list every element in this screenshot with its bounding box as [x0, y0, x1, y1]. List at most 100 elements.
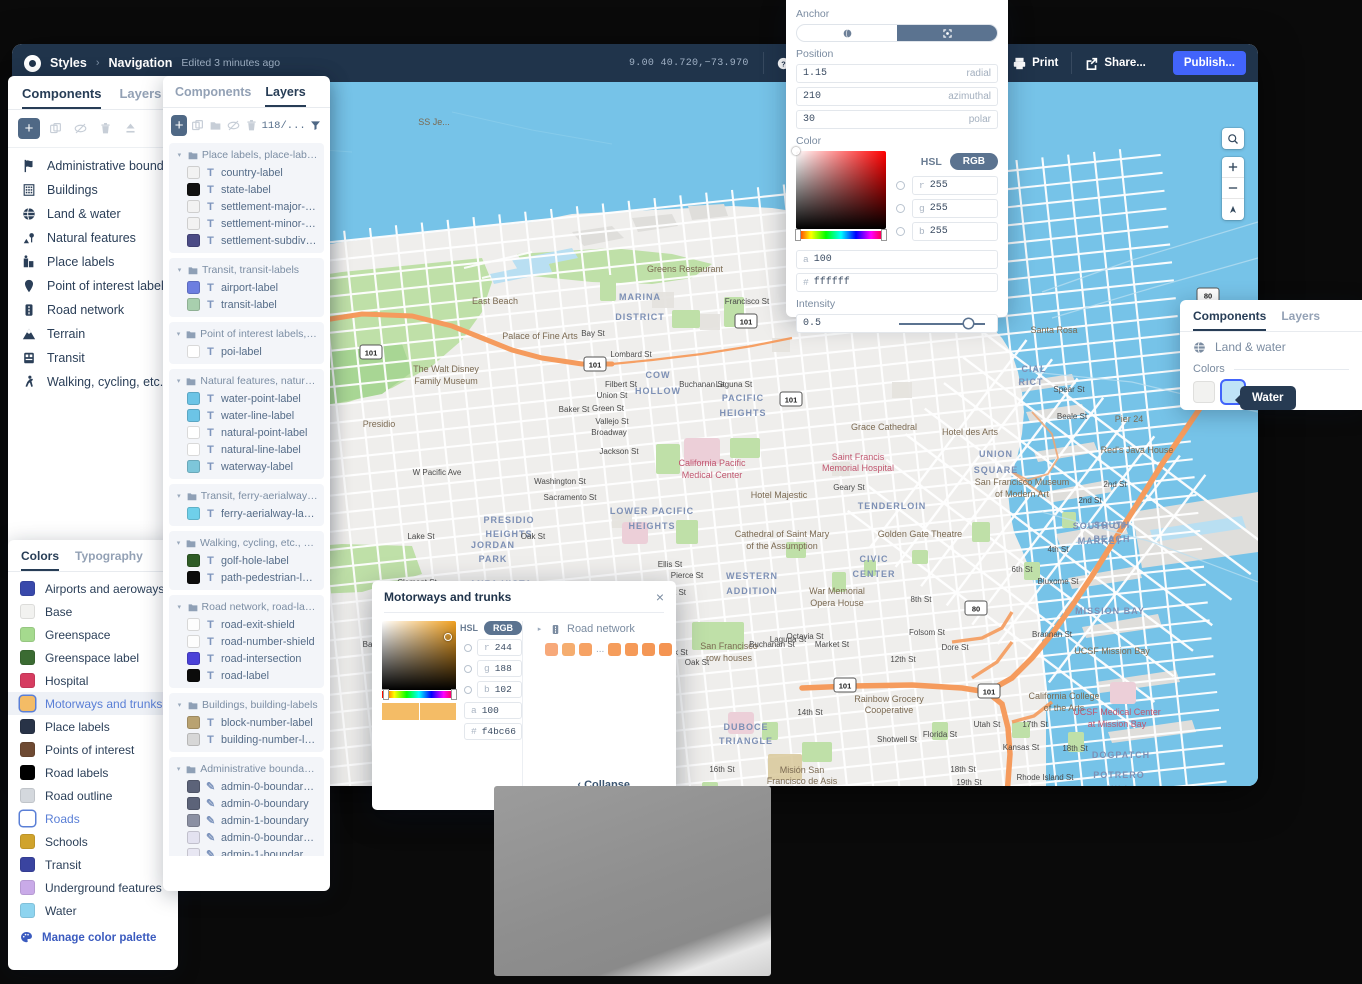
delete-layer-icon[interactable] [244, 116, 259, 136]
mt-hue-handle-right[interactable] [452, 690, 456, 699]
layer-row[interactable]: Twater-line-label [169, 407, 324, 424]
mt-hex-input[interactable]: # f4bc66 [464, 723, 522, 740]
chevron-down-icon[interactable]: ▾ [175, 539, 182, 547]
color-item-hospital[interactable]: Hospital [8, 669, 178, 692]
layer-group[interactable]: ▾Road network, road-labelsTroad-exit-shi… [169, 595, 324, 688]
mt-channel-r-input[interactable]: r 244 [477, 639, 522, 656]
layer-row[interactable]: Tgolf-hole-label [169, 552, 324, 569]
mt-mode-rgb[interactable]: RGB [484, 621, 522, 635]
layer-row[interactable]: Tferry-aerialway-label [169, 505, 324, 522]
land-water-swatch[interactable] [1193, 381, 1215, 403]
layer-color-swatch[interactable] [187, 409, 200, 422]
delete-icon[interactable] [95, 119, 115, 139]
layer-group-header[interactable]: ▾Transit, transit-labels [169, 261, 324, 279]
layer-color-swatch[interactable] [187, 217, 200, 230]
chevron-down-icon[interactable]: ▾ [175, 701, 184, 709]
layer-row[interactable]: Tcountry-label [169, 164, 324, 181]
color-swatch[interactable] [20, 604, 35, 619]
layer-group-header[interactable]: ▾Administrative boundaries, ad... [169, 760, 324, 778]
tab-colors[interactable]: Colors [21, 549, 59, 571]
breadcrumb-style-name[interactable]: Navigation [109, 56, 173, 70]
export-icon[interactable] [120, 119, 140, 139]
share-button[interactable]: Share... [1071, 52, 1159, 74]
mt-channel-g-input[interactable]: g 188 [477, 660, 522, 677]
layer-color-swatch[interactable] [187, 426, 200, 439]
saturation-value-area[interactable] [796, 151, 886, 229]
close-icon[interactable]: × [656, 590, 664, 604]
layer-group-header[interactable]: ▾Point of interest labels, poi-lab... [169, 325, 324, 343]
mt-channel-b-radio[interactable] [464, 686, 472, 694]
layer-color-swatch[interactable] [187, 443, 200, 456]
mt-sv-handle[interactable] [444, 633, 452, 641]
mt-channel-g-radio[interactable] [464, 665, 472, 673]
layer-color-swatch[interactable] [187, 200, 200, 213]
layer-group[interactable]: ▾Buildings, building-labelsTblock-number… [169, 693, 324, 752]
color-mode-toggle[interactable]: HSL RGB [896, 153, 998, 170]
layer-color-swatch[interactable] [187, 281, 200, 294]
color-item-place-labels[interactable]: Place labels [8, 715, 178, 738]
chevron-down-icon[interactable]: ▾ [175, 151, 184, 159]
color-swatch[interactable] [20, 788, 35, 803]
color-swatch[interactable] [20, 650, 35, 665]
print-button[interactable]: Print [999, 52, 1071, 74]
color-swatch[interactable] [20, 581, 35, 596]
color-item-schools[interactable]: Schools [8, 830, 178, 853]
layer-group-header[interactable]: ▾Road network, road-labels [169, 598, 324, 616]
layer-color-swatch[interactable] [187, 554, 200, 567]
tab-components-secondary[interactable]: Components [175, 85, 251, 107]
group-layer-icon[interactable] [208, 116, 223, 136]
layer-row[interactable]: ✎admin-0-boundary-dis... [169, 778, 324, 795]
layer-row[interactable]: Tairport-label [169, 279, 324, 296]
intensity-input[interactable]: 0.5 [796, 314, 998, 333]
color-item-road-labels[interactable]: Road labels [8, 761, 178, 784]
layer-group[interactable]: ▾Natural features, natural-labelsTwater-… [169, 369, 324, 479]
chevron-down-icon[interactable]: ▾ [175, 492, 183, 500]
sv-handle[interactable] [792, 147, 800, 155]
reference-chip[interactable] [625, 643, 638, 656]
layer-group[interactable]: ▾Transit, transit-labelsTairport-labelTt… [169, 258, 324, 317]
layer-group[interactable]: ▾Place labels, place-labelsTcountry-labe… [169, 143, 324, 253]
layers-list[interactable]: ▾Place labels, place-labelsTcountry-labe… [163, 143, 330, 856]
layer-color-swatch[interactable] [187, 571, 200, 584]
breadcrumb-styles[interactable]: Styles [50, 56, 87, 70]
mt-hue-handle-left[interactable] [384, 690, 388, 699]
duplicate-icon[interactable] [45, 119, 65, 139]
channel-r-input[interactable]: r 255 [912, 176, 998, 195]
color-item-underground-features[interactable]: Underground features [8, 876, 178, 899]
channel-g-input[interactable]: g 255 [912, 199, 998, 218]
chevron-down-icon[interactable]: ▾ [175, 266, 184, 274]
layer-row[interactable]: ✎admin-1-boundary [169, 812, 324, 829]
land-water-component-row[interactable]: Land & water [1193, 340, 1349, 354]
mt-saturation-value-area[interactable] [382, 621, 456, 690]
chevron-down-icon[interactable]: ▾ [175, 377, 182, 385]
hue-handle-left[interactable] [796, 230, 800, 240]
tab-typography[interactable]: Typography [75, 549, 143, 571]
color-item-road-outline[interactable]: Road outline [8, 784, 178, 807]
layer-color-swatch[interactable] [187, 234, 200, 247]
anchor-option-map[interactable] [797, 25, 897, 41]
color-picker-area[interactable] [796, 151, 886, 245]
color-swatch[interactable] [20, 834, 35, 849]
chevron-down-icon[interactable]: ▾ [175, 765, 182, 773]
chevron-down-icon[interactable]: ▾ [175, 330, 182, 338]
mode-hsl[interactable]: HSL [921, 156, 942, 168]
duplicate-layer-icon[interactable] [190, 116, 205, 136]
zoom-in-button[interactable] [1222, 157, 1244, 178]
hue-slider[interactable] [796, 231, 886, 239]
layer-row[interactable]: Ttransit-label [169, 296, 324, 313]
tab-layers[interactable]: Layers [119, 86, 161, 109]
mt-channel-b-input[interactable]: b 102 [477, 681, 522, 698]
layer-color-swatch[interactable] [187, 345, 200, 358]
color-item-motorways-and-trunks[interactable]: Motorways and trunks [8, 692, 178, 715]
reference-chip[interactable] [579, 643, 592, 656]
color-item-airports-and-aeroways[interactable]: Airports and aeroways [8, 577, 178, 600]
color-swatch[interactable] [20, 627, 35, 642]
mt-color-mode-toggle[interactable]: HSL RGB [464, 621, 522, 635]
mt-picker-area[interactable] [382, 621, 456, 744]
layer-row[interactable]: Troad-number-shield [169, 633, 324, 650]
color-swatch[interactable] [20, 673, 35, 688]
layer-group-header[interactable]: ▾Walking, cycling, etc., walking-... [169, 534, 324, 552]
layer-row[interactable]: Tstate-label [169, 181, 324, 198]
reference-chip[interactable] [659, 643, 672, 656]
color-swatch[interactable] [20, 880, 35, 895]
